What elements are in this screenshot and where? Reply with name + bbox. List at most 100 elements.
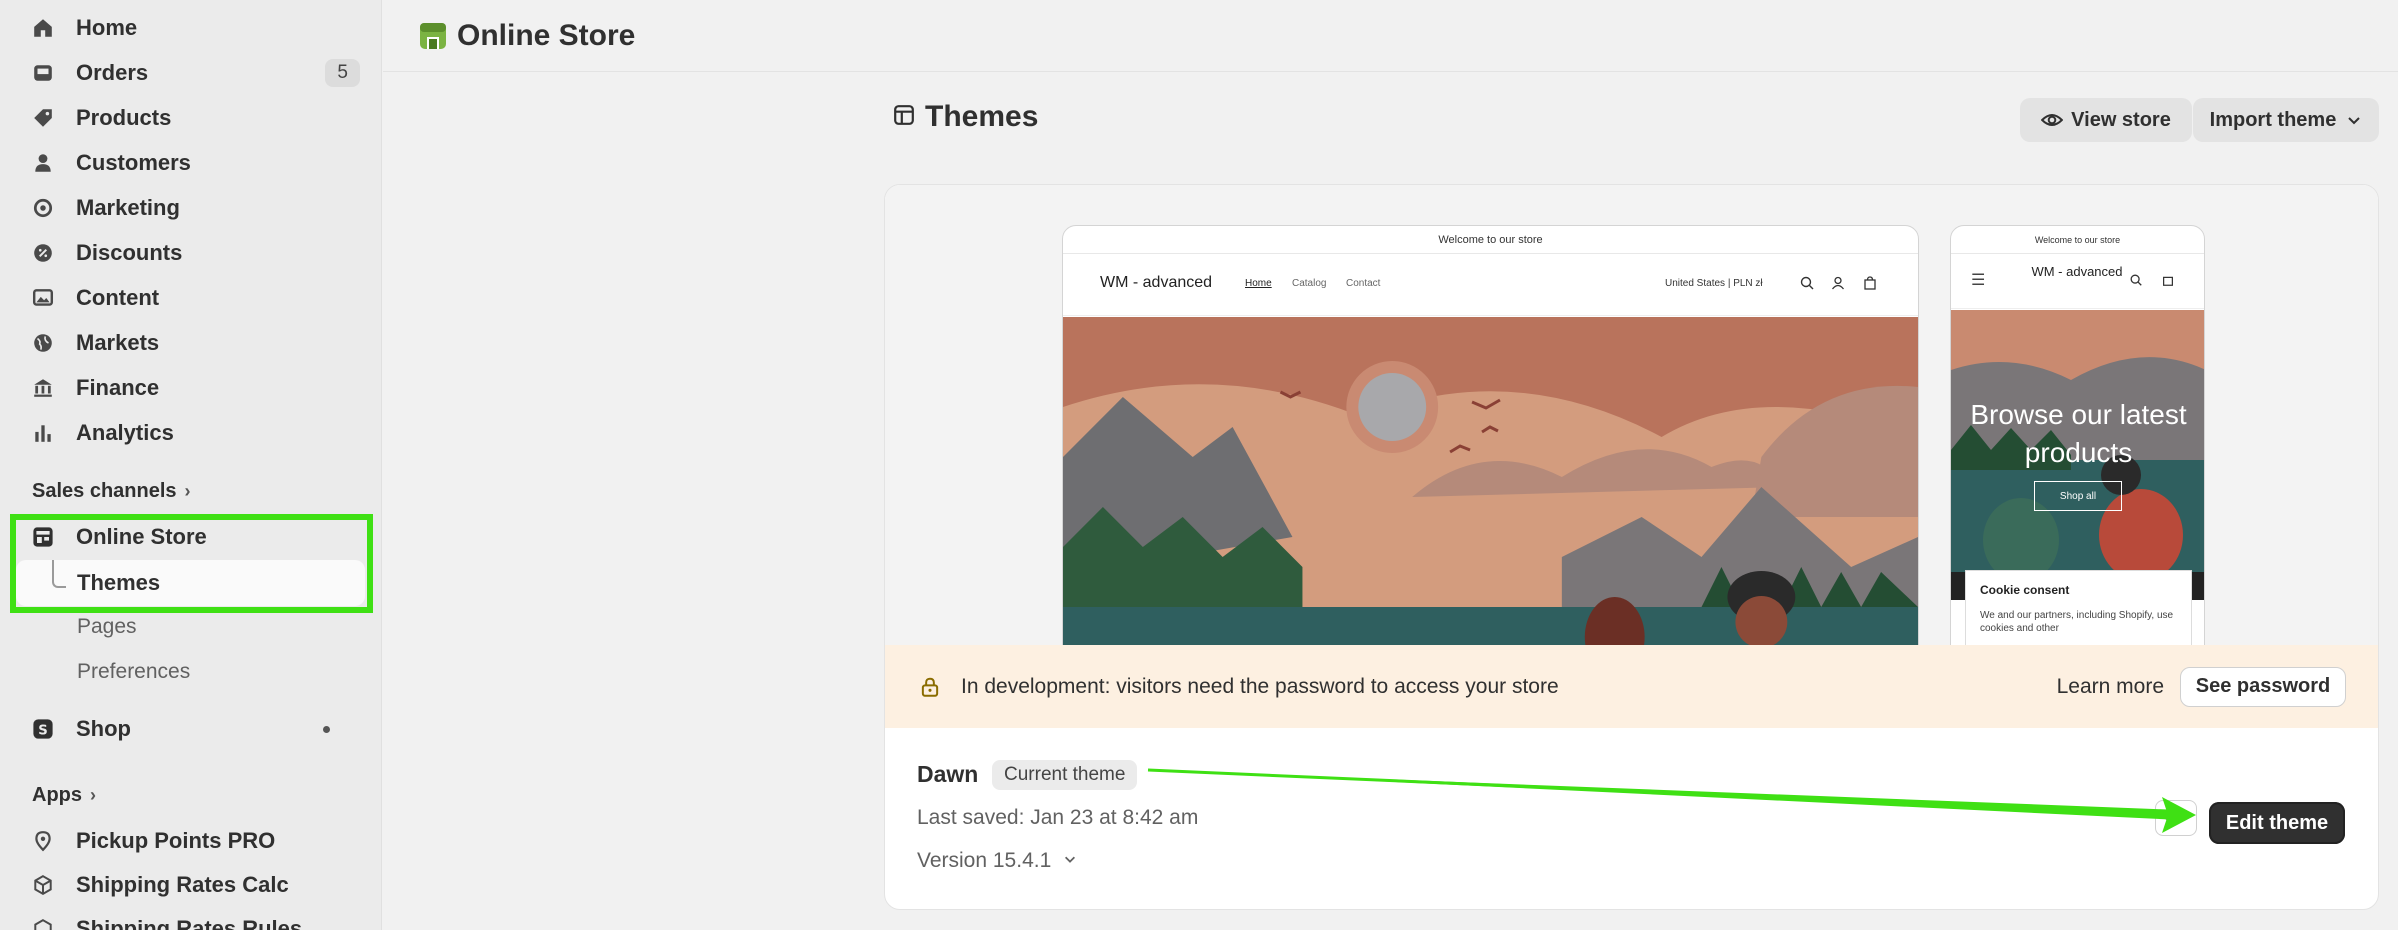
sidebar-item-label: Customers xyxy=(76,150,191,175)
desktop-preview: Welcome to our store WM - advanced Home … xyxy=(1062,225,1919,645)
sidebar-item-shop[interactable]: S Shop xyxy=(30,709,360,749)
sidebar-item-label: Products xyxy=(76,105,172,130)
mobile-store-header: ☰ WM - advanced xyxy=(1951,254,2204,309)
sidebar-app-shipping-rates-rules[interactable]: Shipping Rates Rules xyxy=(30,909,360,930)
mobile-preview: Welcome to our store ☰ WM - advanced Bro… xyxy=(1950,225,2205,645)
svg-text:S: S xyxy=(38,723,48,738)
version-dropdown[interactable]: Version 15.4.1 xyxy=(917,849,1077,873)
sidebar: Home Orders 5 Products Customers Marketi… xyxy=(0,0,382,930)
top-header: Online Store xyxy=(383,0,2398,72)
sidebar-item-orders[interactable]: Orders 5 xyxy=(30,53,360,93)
preview-account-icon xyxy=(1831,276,1845,290)
preview-nav-home: Home xyxy=(1245,278,1272,289)
preview-locale: United States | PLN zł xyxy=(1665,278,1763,289)
bar-chart-icon xyxy=(30,420,56,446)
import-theme-label: Import theme xyxy=(2209,108,2337,131)
discount-icon xyxy=(30,240,56,266)
sidebar-item-products[interactable]: Products xyxy=(30,98,360,138)
mobile-hero-heading: Browse our latest products xyxy=(1970,399,2187,468)
preview-nav-catalog: Catalog xyxy=(1292,278,1327,289)
apps-label: Apps xyxy=(32,784,82,806)
sidebar-item-label: Shipping Rates Calc xyxy=(76,872,289,897)
online-store-app-icon xyxy=(417,20,449,52)
inbox-icon xyxy=(30,60,56,86)
development-notice: In development: visitors need the passwo… xyxy=(885,645,2378,728)
eye-icon xyxy=(2041,109,2064,131)
more-actions-button[interactable]: ••• xyxy=(2155,800,2197,836)
cookie-consent-panel: Cookie consent We and our partners, incl… xyxy=(1965,570,2192,645)
sidebar-item-label: Orders xyxy=(76,60,149,85)
person-icon xyxy=(30,150,56,176)
sales-channels-header[interactable]: Sales channels › xyxy=(32,480,191,503)
learn-more-link[interactable]: Learn more xyxy=(2057,675,2164,699)
import-theme-button[interactable]: Import theme xyxy=(2193,98,2379,142)
sidebar-item-label: Home xyxy=(76,15,138,40)
store-header: WM - advanced Home Catalog Contact Unite… xyxy=(1063,254,1918,316)
sidebar-item-label: Markets xyxy=(76,330,160,355)
image-icon xyxy=(30,285,56,311)
preview-cart-icon xyxy=(1864,276,1876,290)
sidebar-item-home[interactable]: Home xyxy=(30,8,360,48)
highlight-box xyxy=(10,514,373,613)
package-icon xyxy=(30,916,56,930)
cookie-title: Cookie consent xyxy=(1980,583,2070,597)
version-text: Version 15.4.1 xyxy=(917,849,1052,872)
shop-app-icon: S xyxy=(30,716,56,742)
development-notice-text: In development: visitors need the passwo… xyxy=(961,674,1559,698)
sidebar-item-finance[interactable]: Finance xyxy=(30,368,360,408)
page-title: Themes xyxy=(893,100,1038,134)
mobile-shop-all-button: Shop all xyxy=(2034,481,2122,511)
current-theme-badge: Current theme xyxy=(992,760,1138,790)
sidebar-item-discounts[interactable]: Discounts xyxy=(30,233,360,273)
sidebar-item-label: Marketing xyxy=(76,195,180,220)
sidebar-item-customers[interactable]: Customers xyxy=(30,143,360,183)
cookie-text: We and our partners, including Shopify, … xyxy=(1980,610,2174,634)
target-icon xyxy=(30,195,56,221)
hero-illustration xyxy=(1063,317,1918,645)
see-password-button[interactable]: See password xyxy=(2180,666,2346,707)
app-title: Online Store xyxy=(457,18,636,52)
mobile-cart-icon xyxy=(2163,276,2173,286)
last-saved-text: Last saved: Jan 23 at 8:42 am xyxy=(917,806,1199,829)
preview-nav-contact: Contact xyxy=(1346,278,1381,289)
view-store-label: View store xyxy=(2071,108,2171,131)
sidebar-item-label: Pickup Points PRO xyxy=(76,828,276,853)
package-icon xyxy=(30,872,56,898)
sidebar-app-pickup-points[interactable]: Pickup Points PRO xyxy=(30,821,360,861)
edit-theme-button[interactable]: Edit theme xyxy=(2209,802,2345,844)
chevron-right-icon: › xyxy=(90,785,96,805)
sidebar-item-analytics[interactable]: Analytics xyxy=(30,413,360,453)
chevron-down-icon xyxy=(1063,852,1077,871)
sidebar-item-label: Shop xyxy=(76,716,131,741)
theme-card: Welcome to our store WM - advanced Home … xyxy=(884,184,2379,910)
orders-count-badge: 5 xyxy=(325,59,360,87)
mobile-announcement-bar: Welcome to our store xyxy=(1951,226,2204,254)
lock-icon xyxy=(919,676,941,698)
mobile-search-icon xyxy=(2130,274,2142,286)
status-dot xyxy=(323,726,330,733)
sidebar-item-content[interactable]: Content xyxy=(30,278,360,318)
sidebar-item-label: Content xyxy=(76,285,160,310)
sidebar-item-markets[interactable]: Markets xyxy=(30,323,360,363)
theme-preview[interactable]: Welcome to our store WM - advanced Home … xyxy=(885,185,2378,645)
sidebar-item-marketing[interactable]: Marketing xyxy=(30,188,360,228)
page-title-text: Themes xyxy=(925,100,1039,133)
sidebar-item-label: Discounts xyxy=(76,240,183,265)
theme-name: Dawn xyxy=(917,761,979,787)
sidebar-item-pages[interactable]: Pages xyxy=(77,615,137,639)
mobile-store-logo: WM - advanced xyxy=(2031,264,2123,279)
sales-channels-label: Sales channels xyxy=(32,480,177,502)
apps-header[interactable]: Apps › xyxy=(32,784,96,807)
theme-template-icon xyxy=(893,104,915,131)
view-store-button[interactable]: View store xyxy=(2020,98,2192,142)
sidebar-item-label: Finance xyxy=(76,375,160,400)
store-logo-text: WM - advanced xyxy=(1100,274,1213,291)
chevron-down-icon xyxy=(2346,112,2362,128)
tag-icon xyxy=(30,105,56,131)
sidebar-item-preferences[interactable]: Preferences xyxy=(77,660,190,684)
bank-icon xyxy=(30,375,56,401)
preview-search-icon xyxy=(1800,276,1814,290)
sidebar-app-shipping-rates-calc[interactable]: Shipping Rates Calc xyxy=(30,865,360,905)
sidebar-item-label: Analytics xyxy=(76,420,174,445)
location-pin-icon xyxy=(30,828,56,854)
